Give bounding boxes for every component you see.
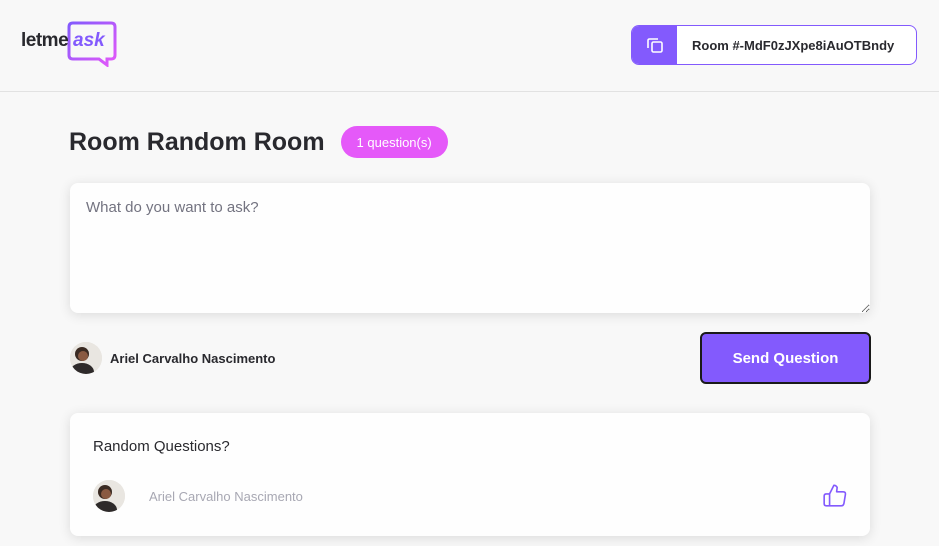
copy-icon-container bbox=[632, 26, 677, 64]
send-question-button[interactable]: Send Question bbox=[700, 332, 871, 384]
copy-room-code-button[interactable]: Room #-MdF0zJXpe8iAuOTBndy bbox=[631, 25, 917, 65]
room-title-row: Room Random Room 1 question(s) bbox=[69, 125, 448, 159]
current-user-info: Ariel Carvalho Nascimento bbox=[70, 342, 275, 374]
question-input[interactable] bbox=[70, 183, 870, 313]
logo-text-ask: ask bbox=[73, 30, 105, 51]
letmeask-logo[interactable]: letme ask bbox=[21, 21, 117, 69]
page-title: Room Random Room bbox=[69, 127, 325, 156]
thumbs-up-icon bbox=[823, 484, 847, 507]
top-header: letme ask Room #-MdF0zJXpe8iAuOTBndy bbox=[0, 0, 939, 92]
question-card: Random Questions? Ariel Carvalho Nascime… bbox=[70, 413, 870, 536]
author-avatar-icon bbox=[93, 480, 125, 512]
user-avatar-icon bbox=[70, 342, 102, 374]
question-author-info: Ariel Carvalho Nascimento bbox=[93, 480, 303, 512]
room-code-text: Room #-MdF0zJXpe8iAuOTBndy bbox=[692, 37, 895, 53]
question-author-name: Ariel Carvalho Nascimento bbox=[149, 488, 303, 504]
avatar bbox=[93, 480, 125, 512]
logo-text-letme: letme bbox=[21, 30, 69, 51]
avatar bbox=[70, 342, 102, 374]
question-content: Random Questions? bbox=[93, 438, 230, 455]
copy-icon bbox=[646, 38, 663, 53]
like-button[interactable] bbox=[822, 482, 848, 508]
user-name: Ariel Carvalho Nascimento bbox=[110, 350, 276, 366]
question-count-badge: 1 question(s) bbox=[340, 126, 448, 158]
